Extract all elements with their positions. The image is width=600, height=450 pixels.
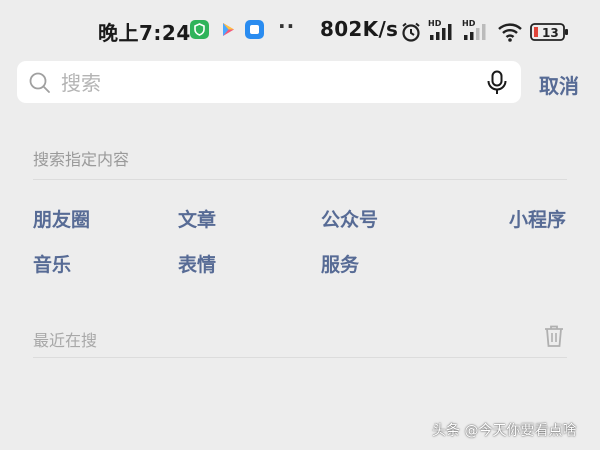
- signal-icon-1: HD: [428, 18, 458, 46]
- watermark: 头条 @今天你要看点啥: [432, 423, 577, 439]
- status-bar: 晚上7:24 ·· 802K/s HD HD 13: [0, 0, 600, 60]
- search-input[interactable]: [59, 66, 483, 100]
- search-screen: 晚上7:24 ·· 802K/s HD HD 13 搜索 取消 搜索指定内容 朋…: [0, 0, 600, 450]
- battery-icon: 13: [530, 22, 570, 46]
- blue-app-icon: [245, 20, 264, 39]
- alarm-icon: [400, 21, 422, 47]
- recent-searches-title: 最近在搜: [33, 331, 98, 350]
- option-mini-programs[interactable]: 小程序: [509, 205, 566, 232]
- network-speed: 802K/s: [320, 17, 399, 41]
- divider: [33, 357, 567, 358]
- option-stickers[interactable]: 表情: [178, 250, 216, 277]
- section-title-specified: 搜索指定内容: [33, 150, 130, 169]
- option-moments[interactable]: 朋友圈: [33, 205, 90, 232]
- play-app-icon: [218, 20, 237, 39]
- battery-level: 13: [542, 26, 559, 40]
- trash-icon[interactable]: [543, 324, 565, 352]
- hd-label-2: HD: [462, 19, 476, 28]
- more-notifications-dots: ··: [278, 14, 296, 38]
- divider: [33, 179, 567, 180]
- status-time: 晚上7:24: [98, 21, 191, 45]
- wifi-icon: [497, 21, 523, 47]
- option-services[interactable]: 服务: [321, 250, 359, 277]
- option-official-accounts[interactable]: 公众号: [321, 205, 378, 232]
- hd-label-1: HD: [428, 19, 442, 28]
- search-box[interactable]: [17, 61, 521, 103]
- microphone-icon[interactable]: [486, 70, 508, 100]
- signal-icon-2: HD: [462, 18, 492, 46]
- shield-app-icon: [190, 20, 209, 39]
- option-music[interactable]: 音乐: [33, 250, 71, 277]
- option-articles[interactable]: 文章: [178, 205, 216, 232]
- search-icon: [28, 71, 52, 99]
- cancel-button[interactable]: 取消: [539, 70, 579, 99]
